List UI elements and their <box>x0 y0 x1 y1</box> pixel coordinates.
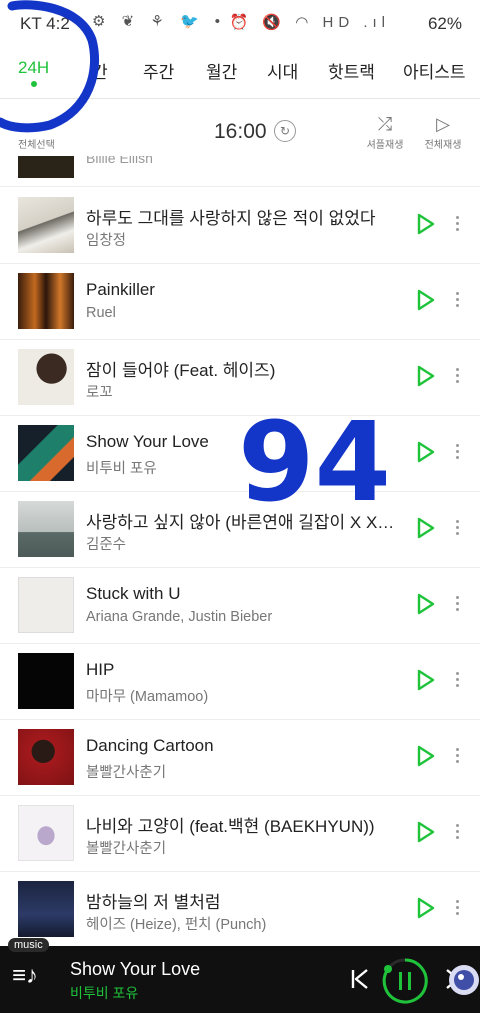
play-all-button[interactable]: ▷ 전체재생 <box>418 114 468 151</box>
play-outline-icon: ▷ <box>436 114 450 134</box>
more-icon[interactable] <box>452 593 462 615</box>
more-icon[interactable] <box>452 745 462 767</box>
song-artist: 김준수 <box>86 537 127 553</box>
play-icon[interactable] <box>416 213 436 235</box>
song-title: 하루도 그대를 사랑하지 않은 적이 없었다 <box>86 209 376 228</box>
album-art <box>18 653 74 709</box>
album-art <box>18 425 74 481</box>
chart-tabs: 24H 간 주간 월간 시대 핫트랙 아티스트 <box>0 46 480 99</box>
pause-button[interactable] <box>382 958 428 1004</box>
chart-toolbar: 전체선택 16:00 ↻ ⤮ 셔플재생 ▷ 전체재생 <box>0 100 480 156</box>
album-art <box>18 501 74 557</box>
status-bar: KT 4:2 ⚙ ❦ ⚘ 🐦 • ⏰ 🔇 ◠ HD .ıl 62% <box>0 0 480 46</box>
song-title: 밤하늘의 저 별처럼 <box>86 893 221 912</box>
song-artist: 마마무 (Mamamoo) <box>86 689 209 705</box>
list-item[interactable]: Painkiller Ruel <box>0 263 480 340</box>
active-tab-indicator <box>31 81 37 87</box>
song-title: Painkiller <box>86 280 155 299</box>
play-icon[interactable] <box>416 441 436 463</box>
tab-artist[interactable]: 아티스트 <box>403 58 466 83</box>
more-icon[interactable] <box>452 289 462 311</box>
song-title: Stuck with U <box>86 584 181 603</box>
play-icon[interactable] <box>416 289 436 311</box>
album-art <box>18 197 74 253</box>
song-artist: 임창정 <box>86 233 127 249</box>
more-icon[interactable] <box>452 213 462 235</box>
song-list[interactable]: Billie Eilish 하루도 그대를 사랑하지 않은 적이 없었다 임창정… <box>0 156 480 946</box>
album-art <box>18 881 74 937</box>
list-item[interactable]: HIP 마마무 (Mamamoo) <box>0 643 480 720</box>
song-artist: Ariana Grande, Justin Bieber <box>86 609 273 625</box>
play-icon[interactable] <box>416 517 436 539</box>
system-icons: ⏰ 🔇 ◠ HD .ıl <box>229 14 390 31</box>
shuffle-play-button[interactable]: ⤮ 셔플재생 <box>360 114 410 151</box>
tab-hottrack[interactable]: 핫트랙 <box>328 58 375 83</box>
list-item[interactable]: 하루도 그대를 사랑하지 않은 적이 없었다 임창정 <box>0 187 480 264</box>
list-item[interactable]: 밤하늘의 저 별처럼 헤이즈 (Heize), 펀치 (Punch) <box>0 871 480 946</box>
tab-monthly[interactable]: 월간 <box>206 58 237 83</box>
song-artist: Ruel <box>86 305 116 321</box>
more-icon[interactable] <box>452 365 462 387</box>
more-icon[interactable] <box>452 441 462 463</box>
album-art <box>18 273 74 329</box>
list-item[interactable]: Show Your Love 비투비 포유 <box>0 415 480 492</box>
tab-24h[interactable]: 24H <box>18 58 49 78</box>
play-icon[interactable] <box>416 821 436 843</box>
song-artist: 로꼬 <box>86 385 113 401</box>
playlist-menu-icon[interactable]: ≡♪ <box>12 962 38 990</box>
song-artist: 볼빨간사춘기 <box>86 841 167 857</box>
album-art <box>18 577 74 633</box>
more-icon[interactable] <box>452 897 462 919</box>
song-title: 나비와 고양이 (feat.백현 (BAEKHYUN)) <box>86 817 375 836</box>
tab-era[interactable]: 시대 <box>267 58 298 83</box>
play-icon[interactable] <box>416 365 436 387</box>
tab-weekly[interactable]: 주간 <box>143 58 174 83</box>
list-item[interactable]: Dancing Cartoon 볼빨간사춘기 <box>0 719 480 796</box>
list-item[interactable]: 나비와 고양이 (feat.백현 (BAEKHYUN)) 볼빨간사춘기 <box>0 795 480 872</box>
song-artist: 비투비 포유 <box>86 461 157 477</box>
album-art <box>18 729 74 785</box>
music-tag: music <box>8 938 49 952</box>
song-title: Dancing Cartoon <box>86 736 214 755</box>
list-item[interactable]: 사랑하고 싶지 않아 (바른연애 길잡이 X XI... 김준수 <box>0 491 480 568</box>
album-art <box>18 156 74 178</box>
list-item[interactable]: 잠이 들어야 (Feat. 헤이즈) 로꼬 <box>0 339 480 416</box>
more-icon[interactable] <box>452 821 462 843</box>
mini-player[interactable]: music ≡♪ Show Your Love 비투비 포유 <box>0 938 480 1013</box>
play-icon[interactable] <box>416 669 436 691</box>
shuffle-label: 셔플재생 <box>366 140 404 151</box>
play-all-label: 전체재생 <box>424 140 462 151</box>
more-icon[interactable] <box>452 669 462 691</box>
album-art <box>18 805 74 861</box>
song-artist: 볼빨간사춘기 <box>86 765 167 781</box>
select-all-button[interactable]: 전체선택 <box>18 136 55 151</box>
play-icon[interactable] <box>416 745 436 767</box>
battery-level: 62% <box>427 14 462 33</box>
notification-icons: ⚙ ❦ ⚘ 🐦 • <box>92 13 227 30</box>
song-title: Show Your Love <box>86 432 209 451</box>
song-title: HIP <box>86 660 115 679</box>
tab-daily[interactable]: 간 <box>92 58 108 83</box>
song-artist: Billie Eilish <box>86 156 153 166</box>
song-title: 사랑하고 싶지 않아 (바른연애 길잡이 X XI... <box>86 513 396 532</box>
more-icon[interactable] <box>452 517 462 539</box>
list-item[interactable]: Billie Eilish <box>0 156 480 187</box>
shuffle-icon: ⤮ <box>377 114 393 134</box>
now-playing-artist: 비투비 포유 <box>70 985 139 1001</box>
play-icon[interactable] <box>416 593 436 615</box>
previous-track-icon[interactable] <box>350 968 370 990</box>
chart-time: 16:00 <box>214 120 267 143</box>
album-art <box>18 349 74 405</box>
refresh-icon[interactable]: ↻ <box>274 120 296 142</box>
carrier-time: KT 4:2 <box>20 14 70 33</box>
list-item[interactable]: Stuck with U Ariana Grande, Justin Biebe… <box>0 567 480 644</box>
play-icon[interactable] <box>416 897 436 919</box>
floating-app-icon[interactable] <box>448 964 480 996</box>
song-title: 잠이 들어야 (Feat. 헤이즈) <box>86 361 276 380</box>
song-artist: 헤이즈 (Heize), 펀치 (Punch) <box>86 917 267 933</box>
now-playing-title: Show Your Love <box>70 959 201 979</box>
